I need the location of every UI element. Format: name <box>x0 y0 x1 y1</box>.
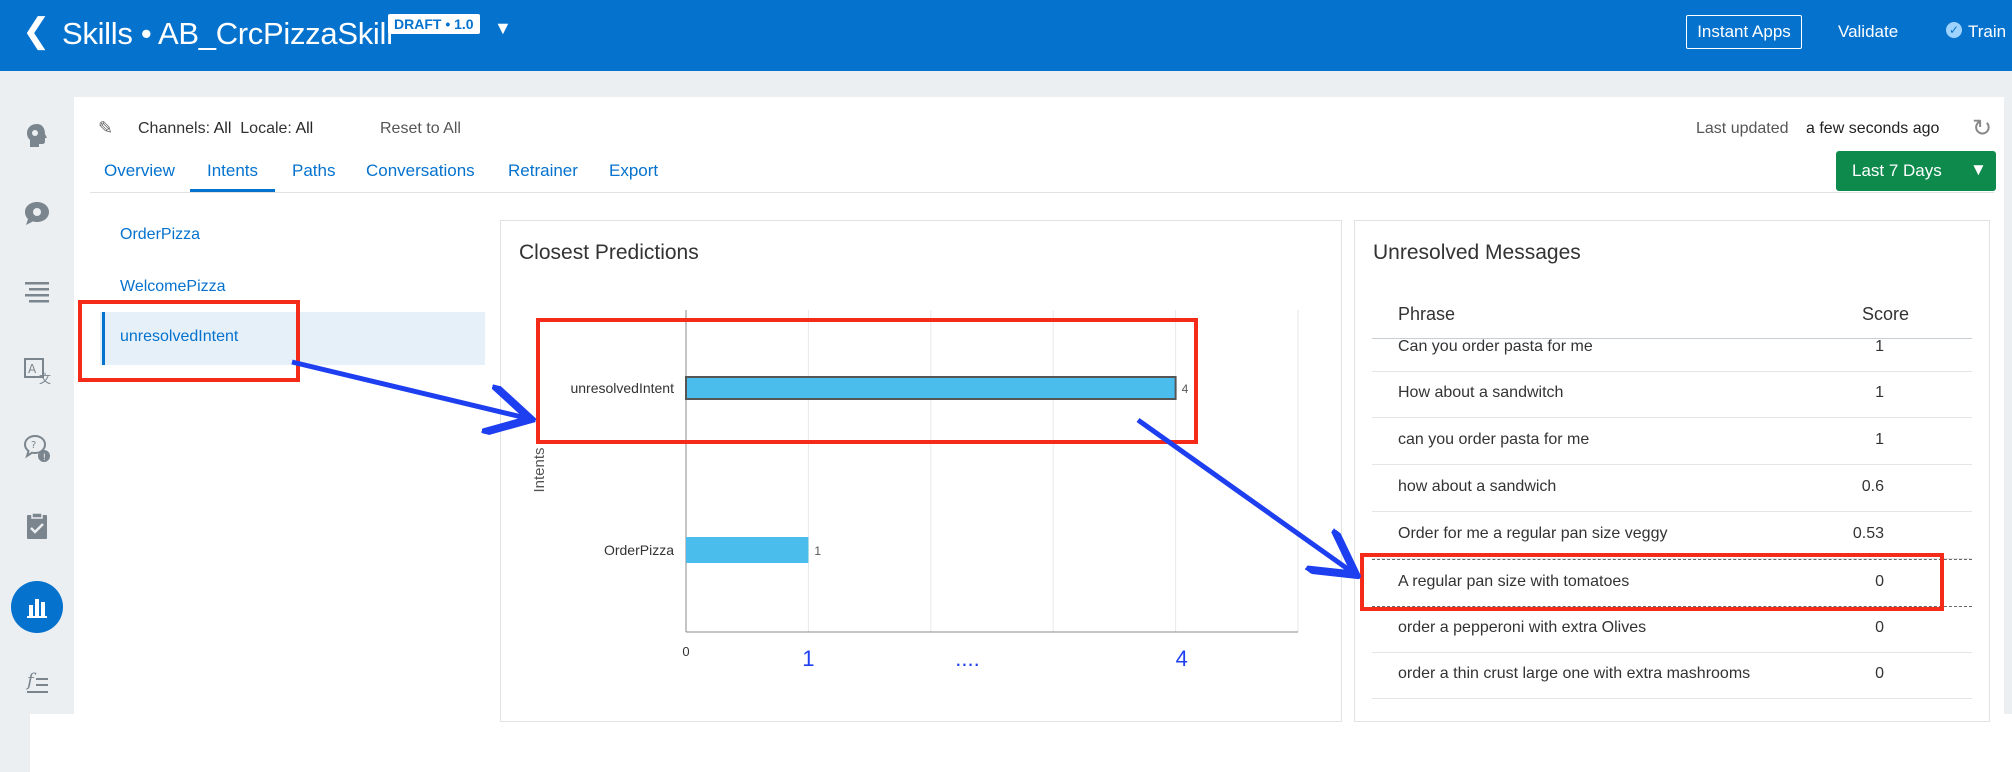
caret-down-icon: ▼ <box>1970 160 1987 179</box>
channels-label: Channels: <box>138 120 211 137</box>
channels-value: All <box>213 120 232 137</box>
last-updated-label: Last updated <box>1696 120 1789 137</box>
clipboard-check-icon[interactable] <box>18 507 56 545</box>
entity-bubble-icon[interactable] <box>18 195 56 233</box>
page-title: Skills • AB_CrcPizzaSkill <box>62 16 393 51</box>
help-chat-icon[interactable]: ?! <box>18 429 56 467</box>
category-label: OrderPizza <box>604 542 674 558</box>
score-cell: 1 <box>1875 431 1884 448</box>
date-range-dropdown[interactable]: Last 7 Days ▼ <box>1836 151 1996 191</box>
chart-x-ticks: 0 <box>682 644 689 659</box>
axis-annotation-markers: 1.... 4 <box>802 646 1188 671</box>
svg-text:?: ? <box>31 440 36 451</box>
panel-title: Unresolved Messages <box>1373 241 1581 264</box>
validate-button[interactable]: Validate <box>1838 22 1898 42</box>
reset-to-all-link[interactable]: Reset to All <box>380 120 461 138</box>
table-row[interactable]: How about a sandwitch 1 <box>1372 371 1972 418</box>
score-cell: 1 <box>1875 384 1884 401</box>
y-axis-title: Intents <box>531 447 548 492</box>
svg-text:A: A <box>28 362 37 376</box>
date-range-label: Last 7 Days <box>1852 161 1942 180</box>
train-button[interactable]: Train <box>1968 22 2006 42</box>
tab-intents[interactable]: Intents <box>207 161 258 181</box>
refresh-icon[interactable]: ↻ <box>1972 114 1992 143</box>
closest-predictions-chart: unresolvedIntentOrderPizza 41 0 Intents … <box>531 310 1299 671</box>
tab-retrainer[interactable]: Retrainer <box>508 161 578 181</box>
intent-label: WelcomePizza <box>120 278 226 295</box>
annotation-box-intent <box>78 300 300 382</box>
score-cell: 0.6 <box>1861 478 1884 495</box>
score-cell: 0.53 <box>1852 525 1884 542</box>
axis-marker: 1 <box>802 646 814 671</box>
translate-icon[interactable]: A文 <box>18 351 56 389</box>
chevron-left-icon[interactable]: ❮ <box>22 14 51 48</box>
axis-marker: .... <box>955 646 979 671</box>
x-tick-label: 0 <box>682 644 689 659</box>
svg-text:!: ! <box>43 453 47 463</box>
sidebar-bottom <box>0 714 30 772</box>
svg-text:文: 文 <box>39 371 51 386</box>
annotation-box-bar <box>536 318 1198 444</box>
table-row[interactable]: order a thin crust large one with extra … <box>1372 652 1972 699</box>
table-row[interactable]: how about a sandwich 0.6 <box>1372 465 1972 512</box>
locale-value: All <box>295 120 314 137</box>
tab-overview[interactable]: Overview <box>104 161 175 181</box>
edit-pencil-icon[interactable]: ✎ <box>98 118 113 139</box>
score-cell: 0 <box>1875 665 1884 682</box>
right-gutter <box>2004 71 2012 714</box>
table-row[interactable]: Order for me a regular pan size veggy 0.5… <box>1372 512 1972 559</box>
locale-label: Locale: <box>240 120 292 137</box>
intent-head-icon[interactable] <box>18 117 56 155</box>
version-badge: DRAFT • 1.0 <box>388 14 480 34</box>
chart-bar <box>686 537 809 563</box>
tab-export[interactable]: Export <box>609 161 658 181</box>
caret-down-icon[interactable]: ▼ <box>494 18 512 39</box>
table-row[interactable]: Can you order pasta for me 1 <box>1372 325 1972 372</box>
axis-marker: 4 <box>1176 646 1188 671</box>
function-icon[interactable]: f <box>18 663 56 701</box>
insights-chart-icon[interactable] <box>11 581 63 633</box>
flows-list-icon[interactable] <box>18 273 56 311</box>
instant-apps-button[interactable]: Instant Apps <box>1686 15 1802 49</box>
intent-label: OrderPizza <box>120 226 201 243</box>
score-cell: 0 <box>1875 619 1884 636</box>
column-header-score[interactable]: Score <box>1862 304 1909 325</box>
check-icon: ✓ <box>1946 22 1962 38</box>
tab-conversations[interactable]: Conversations <box>366 161 475 181</box>
value-label: 1 <box>814 544 821 558</box>
svg-text:f: f <box>25 670 37 691</box>
column-header-phrase[interactable]: Phrase <box>1398 304 1455 325</box>
intent-item-orderpizza[interactable]: OrderPizza <box>100 210 485 263</box>
annotation-box-row <box>1360 553 1944 611</box>
last-updated-value: a few seconds ago <box>1806 120 1940 137</box>
filter-summary[interactable]: Channels: All Locale: All <box>138 120 313 138</box>
table-row[interactable]: order a pepperoni with extra Olives 0 <box>1372 606 1972 653</box>
tabs-divider <box>90 192 1994 193</box>
score-cell: 1 <box>1875 338 1884 355</box>
table-row[interactable]: can you order pasta for me 1 <box>1372 418 1972 465</box>
tab-paths[interactable]: Paths <box>292 161 335 181</box>
sidebar: A文 ?! f <box>0 97 74 714</box>
header-divider-strip <box>0 71 2012 97</box>
arrow-intent-to-bar <box>291 359 526 418</box>
app-header: ❮ Skills • AB_CrcPizzaSkill DRAFT • 1.0 … <box>0 0 2012 71</box>
